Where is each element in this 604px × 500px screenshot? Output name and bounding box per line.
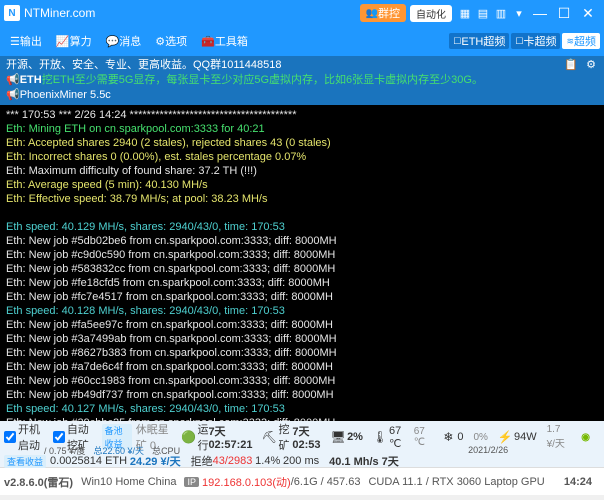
bottombar: v2.8.6.0(雷石) Win10 Home China IP 192.168…	[0, 467, 604, 495]
banner-text-2: 挖ETH至少需要5G显存，每张显卡至少对应5G虚拟内存，比如6张显卡虚拟内存至少…	[42, 74, 483, 86]
eth-label: ETH	[20, 74, 42, 86]
close-icon[interactable]: ✕	[576, 5, 600, 22]
banner: 开源、开放、安全、专业、更高收益。QQ群1011448518 📋 ⚙ 📢ETH挖…	[0, 56, 604, 105]
startup-checkbox[interactable]: 开机启动	[4, 421, 45, 453]
automation-button[interactable]: 自动化	[410, 5, 452, 22]
nvidia-icon: ◉	[581, 432, 590, 443]
app-title: NTMiner.com	[24, 6, 95, 20]
layout1-icon[interactable]: ▤	[476, 6, 490, 20]
layout2-icon[interactable]: ▥	[494, 6, 508, 20]
copy-icon[interactable]: 📋	[564, 59, 578, 73]
toolbox-tab[interactable]: 🧰 工具箱	[195, 30, 254, 52]
terminal-output[interactable]: *** 170:53 *** 2/26 14:24 **************…	[0, 105, 604, 421]
statusbar: 开机启动 自动挖矿 备池收益休眠星矿 0 🟢运行 7天02:57:21 ⛏挖矿 …	[0, 421, 604, 467]
toolbar: ☰ 输出 📈 算力 💬 消息 ⚙ 选项 🧰 工具箱 ☐ ETH超频 ☐ 卡超频 …	[0, 26, 604, 56]
minimize-icon[interactable]: —	[528, 5, 552, 21]
grid-icon[interactable]: ▦	[458, 6, 472, 20]
miner-version: PhoenixMiner 5.5c	[20, 89, 111, 101]
version-label[interactable]: v2.8.6.0(雷石)	[4, 474, 73, 490]
flock-control-button[interactable]: 👥群控	[360, 4, 406, 22]
collapse-icon[interactable]: ▾	[512, 6, 526, 20]
overclock-button[interactable]: ≋超频	[562, 33, 600, 49]
maximize-icon[interactable]: ☐	[552, 5, 576, 22]
app-logo: N	[4, 5, 20, 21]
settings-icon[interactable]: ⚙	[584, 59, 598, 73]
hashrate-tab[interactable]: 📈 算力	[50, 30, 98, 52]
options-tab[interactable]: ⚙ 选项	[149, 30, 193, 52]
view-income-chip[interactable]: 查看收益	[4, 455, 46, 468]
titlebar: N NTMiner.com 👥群控 自动化 ▦ ▤ ▥ ▾ — ☐ ✕	[0, 0, 604, 26]
eth-overclock-badge[interactable]: ☐ ETH超频	[449, 33, 509, 49]
banner-text-1: 开源、开放、安全、专业、更高收益。QQ群1011448518	[6, 58, 281, 73]
message-tab[interactable]: 💬 消息	[100, 30, 148, 52]
output-tab[interactable]: ☰ 输出	[4, 30, 48, 52]
card-overclock-badge[interactable]: ☐ 卡超频	[511, 33, 560, 49]
